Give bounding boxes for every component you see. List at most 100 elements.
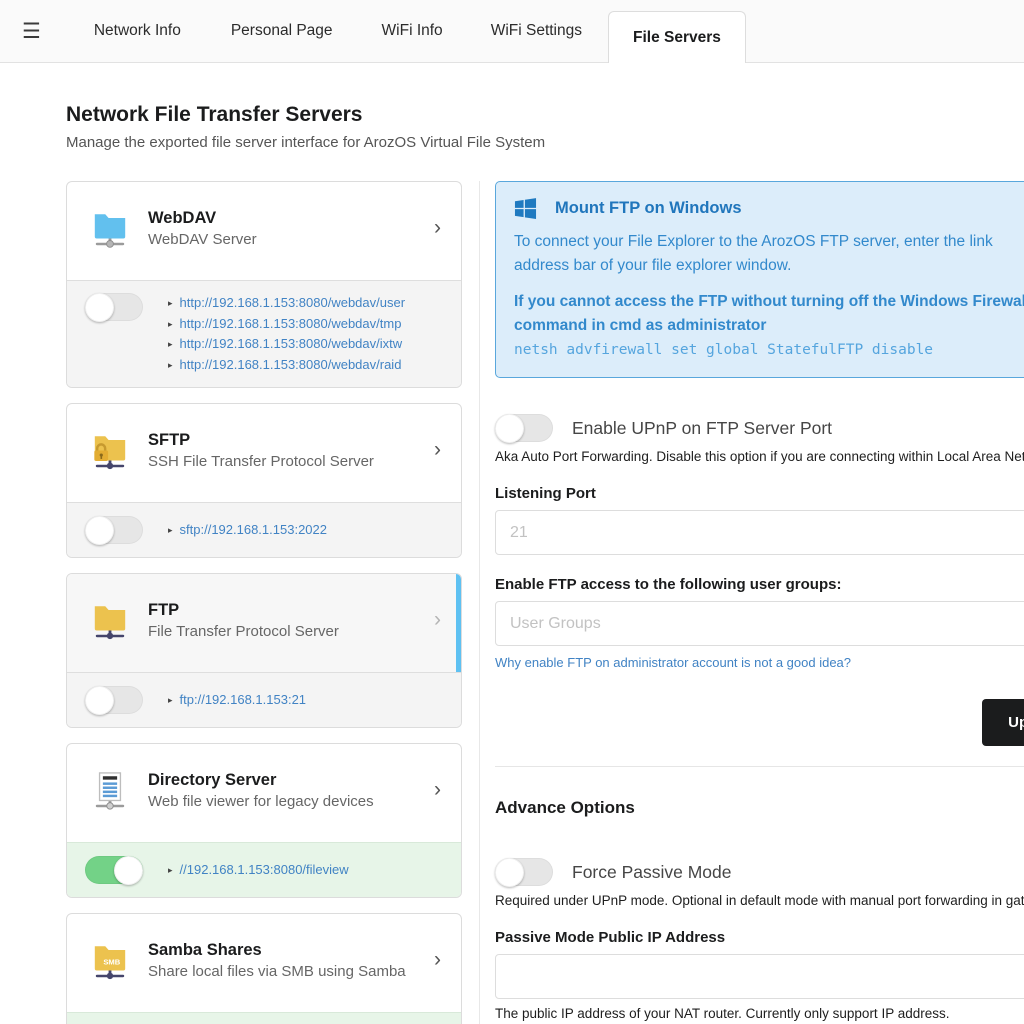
yellow-network-folder-icon (91, 600, 129, 641)
ftp-endpoint-link[interactable]: ftp://192.168.1.153:21 (180, 692, 307, 707)
chevron-right-icon[interactable]: › (426, 948, 441, 972)
endpoint-row: ▸http://192.168.1.153:8080/webdav/user (168, 293, 405, 314)
server-card-sftp: SFTP SSH File Transfer Protocol Server ›… (66, 403, 462, 558)
directory-endpoint-list: ▸//192.168.1.153:8080/fileview (168, 860, 349, 881)
mount-ftp-info-box: Mount FTP on Windows To connect your Fil… (495, 181, 1024, 378)
public-ip-input[interactable] (495, 954, 1024, 999)
upnp-toggle[interactable] (495, 414, 553, 442)
smb-network-folder-icon: SMB (91, 940, 129, 981)
user-groups-label: Enable FTP access to the following user … (495, 576, 1024, 593)
endpoint-row: ▸ sftp://192.168.1.153:2022 (168, 520, 327, 541)
public-ip-label: Passive Mode Public IP Address (495, 929, 1024, 946)
ftp-admin-warning-link[interactable]: Why enable FTP on administrator account … (495, 655, 851, 670)
page-subtitle: Manage the exported file server interfac… (66, 134, 1024, 151)
page-header: Network File Transfer Servers Manage the… (66, 103, 1024, 151)
svg-text:SMB: SMB (103, 957, 120, 966)
server-description: WebDAV Server (148, 231, 257, 248)
sftp-endpoint-link[interactable]: sftp://192.168.1.153:2022 (180, 522, 327, 537)
server-card-ftp-text: FTP File Transfer Protocol Server (148, 601, 339, 640)
webdav-endpoint-link[interactable]: http://192.168.1.153:8080/webdav/ixtw (180, 336, 403, 351)
toggle-knob (85, 516, 114, 545)
endpoint-row: ▸ http://192.168.1.153:8080/webdav/raid (168, 355, 405, 376)
update-button[interactable]: Update (982, 699, 1024, 746)
toggle-knob (85, 293, 114, 322)
server-description: File Transfer Protocol Server (148, 623, 339, 640)
webdav-endpoint-link[interactable]: http://192.168.1.153:8080/webdav/user (180, 295, 406, 310)
chevron-right-icon[interactable]: › (426, 608, 441, 632)
endpoint-row: ▸http://192.168.1.153:8080/webdav/tmp (168, 314, 405, 335)
directory-enable-toggle[interactable] (85, 856, 143, 884)
webdav-endpoint-link[interactable]: http://192.168.1.153:8080/webdav/raid (180, 357, 402, 372)
server-card-directory-footer: ▸//192.168.1.153:8080/fileview (67, 842, 461, 897)
triangle-bullet-icon: ▸ (168, 525, 173, 535)
info-box-title: Mount FTP on Windows (555, 199, 742, 218)
endpoint-row: ▸//192.168.1.153:8080/fileview (168, 860, 349, 881)
info-text-line: command in cmd as administrator (514, 314, 1024, 338)
column-divider (479, 181, 480, 1024)
sftp-enable-toggle[interactable] (85, 516, 143, 544)
triangle-bullet-icon: ▸ (168, 360, 173, 370)
ftp-enable-toggle[interactable] (85, 686, 143, 714)
passive-mode-toggle-label[interactable]: Force Passive Mode (572, 862, 732, 883)
public-ip-help-text: The public IP address of your NAT router… (495, 1006, 1024, 1021)
triangle-bullet-icon: ▸ (168, 695, 173, 705)
server-card-webdav-header[interactable]: WebDAV WebDAV Server › (67, 182, 461, 280)
tab-personal-page[interactable]: Personal Page (231, 22, 333, 40)
server-description: Web file viewer for legacy devices (148, 793, 374, 810)
content-area: WebDAV WebDAV Server › ▸http://192.168.1… (66, 181, 1024, 1024)
upnp-toggle-label[interactable]: Enable UPnP on FTP Server Port (572, 418, 832, 439)
server-card-ftp: FTP File Transfer Protocol Server › ▸ ftp… (66, 573, 462, 728)
top-navbar: ☰ Network Info Personal Page WiFi Info W… (0, 0, 1024, 63)
upnp-toggle-row: Enable UPnP on FTP Server Port (495, 414, 1024, 442)
passive-mode-help-text: Required under UPnP mode. Optional in de… (495, 893, 1024, 908)
server-name: Directory Server (148, 771, 374, 790)
ftp-endpoint-list: ▸ ftp://192.168.1.153:21 (168, 690, 306, 711)
toggle-knob (495, 414, 524, 443)
server-card-sftp-header[interactable]: SFTP SSH File Transfer Protocol Server › (67, 404, 461, 502)
info-box-header: Mount FTP on Windows (514, 197, 1024, 220)
sftp-endpoint-list: ▸ sftp://192.168.1.153:2022 (168, 520, 327, 541)
chevron-right-icon[interactable]: › (426, 216, 441, 240)
webdav-endpoint-list: ▸http://192.168.1.153:8080/webdav/user ▸… (168, 293, 405, 375)
webdav-enable-toggle[interactable] (85, 293, 143, 321)
triangle-bullet-icon: ▸ (168, 339, 173, 349)
page-title: Network File Transfer Servers (66, 103, 1024, 127)
listening-port-label: Listening Port (495, 485, 1024, 502)
section-divider (495, 766, 1024, 767)
server-card-webdav-footer: ▸http://192.168.1.153:8080/webdav/user ▸… (67, 280, 461, 387)
windows-logo-icon (514, 197, 537, 220)
tab-network-info[interactable]: Network Info (94, 22, 181, 40)
server-card-directory-text: Directory Server Web file viewer for leg… (148, 771, 374, 810)
server-description: SSH File Transfer Protocol Server (148, 453, 374, 470)
tab-wifi-info[interactable]: WiFi Info (382, 22, 443, 40)
server-card-webdav: WebDAV WebDAV Server › ▸http://192.168.1… (66, 181, 462, 388)
listening-port-input[interactable] (495, 510, 1024, 555)
server-card-ftp-header[interactable]: FTP File Transfer Protocol Server › (67, 574, 461, 672)
chevron-right-icon[interactable]: › (426, 778, 441, 802)
server-name: Samba Shares (148, 941, 406, 960)
server-card-samba-header[interactable]: SMB Samba Shares Share local files via S… (67, 914, 461, 1012)
upnp-help-text: Aka Auto Port Forwarding. Disable this o… (495, 449, 1024, 464)
server-card-sftp-footer: ▸ sftp://192.168.1.153:2022 (67, 502, 461, 557)
server-list: WebDAV WebDAV Server › ▸http://192.168.1… (66, 181, 462, 1024)
server-card-directory-header[interactable]: Directory Server Web file viewer for leg… (67, 744, 461, 842)
server-name: SFTP (148, 431, 374, 450)
tab-wifi-settings[interactable]: WiFi Settings (491, 22, 582, 40)
tab-file-servers[interactable]: File Servers (608, 11, 746, 63)
advance-options-title: Advance Options (495, 798, 1024, 818)
user-groups-input[interactable] (495, 601, 1024, 646)
server-card-ftp-footer: ▸ ftp://192.168.1.153:21 (67, 672, 461, 727)
passive-mode-toggle[interactable] (495, 858, 553, 886)
document-server-icon (91, 770, 129, 811)
info-text-line: If you cannot access the FTP without tur… (514, 290, 1024, 314)
chevron-right-icon[interactable]: › (426, 438, 441, 462)
webdav-endpoint-link[interactable]: http://192.168.1.153:8080/webdav/tmp (180, 316, 402, 331)
server-card-samba: SMB Samba Shares Share local files via S… (66, 913, 462, 1024)
server-name: FTP (148, 601, 339, 620)
directory-endpoint-link[interactable]: //192.168.1.153:8080/fileview (180, 862, 349, 877)
toggle-knob (85, 686, 114, 715)
hamburger-menu-icon[interactable]: ☰ (22, 21, 41, 42)
firewall-command-code: netsh advfirewall set global StatefulFTP… (514, 338, 1024, 362)
locked-network-folder-icon (91, 430, 129, 471)
server-card-webdav-text: WebDAV WebDAV Server (148, 209, 257, 248)
